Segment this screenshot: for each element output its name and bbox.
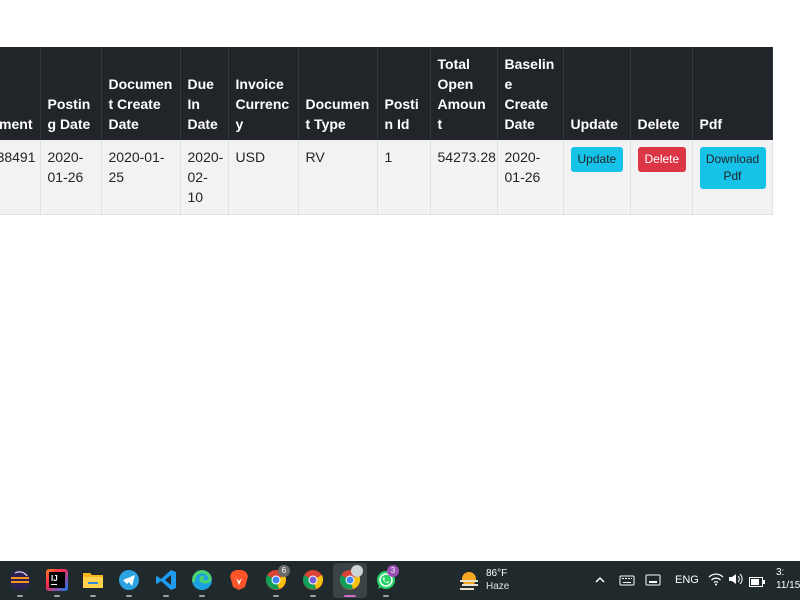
header-delete: Delete: [630, 47, 693, 140]
active-app-indicator: [344, 595, 356, 597]
telegram-icon[interactable]: [118, 569, 140, 591]
explorer-open-indicator: [90, 595, 96, 597]
cell-document-type: RV: [298, 140, 378, 215]
haze-icon: [458, 570, 480, 592]
file-explorer-icon[interactable]: [82, 570, 104, 590]
header-total-open-amount: Total Open Amount: [430, 47, 498, 140]
cell-pdf: Download Pdf: [692, 140, 773, 215]
telegram-open-indicator: [126, 595, 132, 597]
weather-condition: Haze: [486, 581, 510, 592]
cell-delete: Delete: [630, 140, 693, 215]
clock-date: 11/15: [776, 580, 800, 591]
update-button[interactable]: Update: [570, 147, 624, 172]
header-baseline-create-date: Baseline Create Date: [497, 47, 564, 140]
eclipse-open-indicator: [17, 595, 23, 597]
header-document-create-date: Document Create Date: [101, 47, 181, 140]
header-posting-id: Postin Id: [377, 47, 431, 140]
chrome-active-overlay-icon: [351, 565, 363, 577]
whatsapp-open-indicator: [383, 595, 389, 597]
header-pdf: Pdf: [692, 47, 773, 140]
invoice-table: ment Posting Date Document Create Date D…: [0, 47, 773, 215]
header-posting-date: Posting Date: [40, 47, 102, 140]
whatsapp-icon[interactable]: 3: [375, 565, 399, 591]
clock-time: 3:: [776, 567, 785, 578]
table-header-row: ment Posting Date Document Create Date D…: [0, 47, 773, 140]
chrome-open-indicator: [273, 595, 279, 597]
chrome-active-icon[interactable]: [339, 565, 363, 591]
chrome-badge: 6: [278, 565, 290, 577]
header-update: Update: [563, 47, 631, 140]
vscode-icon[interactable]: [155, 569, 177, 591]
header-invoice-currency: Invoice Currency: [228, 47, 299, 140]
header-due-in-date: Due In Date: [180, 47, 229, 140]
delete-button[interactable]: Delete: [637, 147, 687, 172]
chrome-profile-open-indicator: [310, 595, 316, 597]
cell-invoice-currency: USD: [228, 140, 299, 215]
cell-posting-date: 2020-01-26: [40, 140, 102, 215]
browser-page: ment Posting Date Document Create Date D…: [0, 0, 800, 561]
cell-baseline-create-date: 2020-01-26: [497, 140, 564, 215]
cell-document-create-date: 2020-01-25: [101, 140, 181, 215]
chevron-up-icon[interactable]: [594, 573, 606, 585]
intellij-icon[interactable]: IJ: [46, 569, 68, 591]
clock[interactable]: 3: 11/15: [776, 566, 800, 592]
cell-total-open-amount: 54273.28: [430, 140, 498, 215]
windows-taskbar: IJ 6 3 86°F Haze ENG 3: 11/15: [0, 561, 800, 600]
whatsapp-badge: 3: [387, 565, 399, 577]
edge-icon[interactable]: [191, 569, 213, 591]
edge-open-indicator: [199, 595, 205, 597]
download-pdf-button[interactable]: Download Pdf: [699, 147, 766, 189]
touch-keyboard-icon[interactable]: [645, 573, 661, 586]
header-document-id: ment: [0, 47, 41, 140]
eclipse-icon[interactable]: [9, 569, 31, 591]
weather-temperature: 86°F: [486, 568, 508, 579]
chrome-icon[interactable]: 6: [265, 565, 290, 591]
keyboard-icon[interactable]: [619, 573, 635, 586]
header-document-type: Document Type: [298, 47, 378, 140]
cell-update: Update: [563, 140, 631, 215]
invoice-table-container: ment Posting Date Document Create Date D…: [0, 47, 773, 215]
wifi-icon[interactable]: [708, 572, 724, 586]
intellij-open-indicator: [54, 595, 60, 597]
weather-widget[interactable]: 86°F Haze: [458, 567, 538, 595]
volume-icon[interactable]: [728, 572, 744, 586]
vscode-open-indicator: [163, 595, 169, 597]
cell-due-in-date: 2020-02-10: [180, 140, 229, 215]
cell-document-id: 38491: [0, 140, 41, 215]
cell-posting-id: 1: [377, 140, 431, 215]
brave-icon[interactable]: [228, 569, 250, 591]
table-row: 38491 2020-01-26 2020-01-25 2020-02-10 U…: [0, 140, 773, 215]
language-indicator[interactable]: ENG: [675, 574, 699, 586]
battery-icon[interactable]: [749, 574, 765, 587]
chrome-profile-icon[interactable]: [302, 569, 324, 591]
